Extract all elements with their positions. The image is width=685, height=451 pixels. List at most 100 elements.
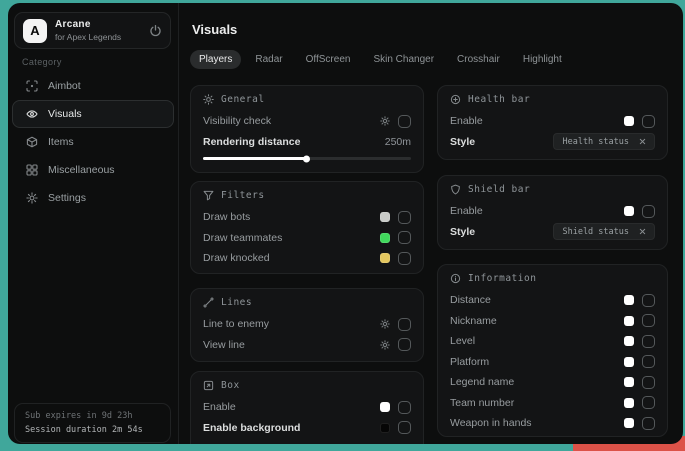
information-card: Information Distance Nickname	[437, 264, 668, 437]
tab-offscreen[interactable]: OffScreen	[297, 50, 360, 69]
row-label: Line to enemy	[203, 318, 269, 330]
close-icon[interactable]	[639, 138, 646, 145]
nickname-row: Nickname	[450, 311, 655, 332]
settings-gear-icon[interactable]	[380, 319, 390, 329]
color-swatch[interactable]	[624, 398, 634, 408]
lines-card-header: Lines	[203, 297, 411, 308]
row-label: Weapon in hands	[450, 417, 532, 429]
platform-checkbox[interactable]	[642, 355, 655, 368]
color-swatch[interactable]	[624, 316, 634, 326]
row-label: Legend name	[450, 376, 514, 388]
sidebar-item-label: Visuals	[48, 108, 82, 120]
sidebar-item-label: Settings	[48, 192, 86, 204]
level-row: Level	[450, 331, 655, 352]
weapon-in-hands-row: Weapon in hands	[450, 413, 655, 434]
draw-bots-row: Draw bots	[203, 207, 411, 228]
view-line-checkbox[interactable]	[398, 338, 411, 351]
row-label: Distance	[450, 294, 491, 306]
health-enable-row: Enable	[450, 111, 655, 132]
color-swatch[interactable]	[624, 336, 634, 346]
distance-checkbox[interactable]	[642, 294, 655, 307]
nickname-checkbox[interactable]	[642, 314, 655, 327]
color-swatch[interactable]	[380, 423, 390, 433]
visibility-check-checkbox[interactable]	[398, 115, 411, 128]
box-enable-background-checkbox[interactable]	[398, 421, 411, 434]
row-label: Enable	[450, 205, 483, 217]
line-icon	[203, 297, 214, 308]
legend-name-checkbox[interactable]	[642, 376, 655, 389]
draw-knocked-checkbox[interactable]	[398, 252, 411, 265]
health-style-row: Style Health status	[450, 132, 655, 153]
slider-fill[interactable]	[203, 157, 307, 160]
draw-teammates-checkbox[interactable]	[398, 231, 411, 244]
category-label: Category	[22, 57, 62, 67]
color-swatch[interactable]	[380, 253, 390, 263]
app-logo: A	[23, 19, 47, 43]
line-to-enemy-row: Line to enemy	[203, 314, 411, 335]
general-card-header: General	[203, 94, 411, 105]
sidebar-item-items[interactable]: Items	[12, 128, 174, 156]
information-card-header: Information	[450, 273, 655, 284]
platform-row: Platform	[450, 352, 655, 373]
color-swatch[interactable]	[380, 233, 390, 243]
weapon-in-hands-checkbox[interactable]	[642, 417, 655, 430]
section-title: Information	[468, 273, 536, 284]
sidebar-item-miscellaneous[interactable]: Miscellaneous	[12, 156, 174, 184]
box-enable-checkbox[interactable]	[398, 401, 411, 414]
app-name: Arcane	[55, 19, 149, 30]
sidebar-item-aimbot[interactable]: Aimbot	[12, 72, 174, 100]
tab-bar: Players Radar OffScreen Skin Changer Cro…	[190, 50, 571, 69]
draw-teammates-row: Draw teammates	[203, 228, 411, 249]
shield-bar-card-header: Shield bar	[450, 184, 655, 195]
level-checkbox[interactable]	[642, 335, 655, 348]
sidebar: A Arcane for Apex Legends Category Aimbo…	[8, 3, 178, 444]
sidebar-item-settings[interactable]: Settings	[12, 184, 174, 212]
color-swatch[interactable]	[624, 418, 634, 428]
sidebar-nav: Aimbot Visuals Items	[12, 72, 174, 212]
draw-bots-checkbox[interactable]	[398, 211, 411, 224]
close-icon[interactable]	[639, 228, 646, 235]
row-label: Style	[450, 136, 475, 148]
box-card: Box Enable Enable background	[190, 371, 424, 444]
line-to-enemy-checkbox[interactable]	[398, 318, 411, 331]
color-swatch[interactable]	[624, 116, 634, 126]
row-label: Platform	[450, 356, 489, 368]
settings-gear-icon[interactable]	[380, 340, 390, 350]
health-bar-card-header: Health bar	[450, 94, 655, 105]
tab-radar[interactable]: Radar	[246, 50, 291, 69]
shield-enable-checkbox[interactable]	[642, 205, 655, 218]
tab-highlight[interactable]: Highlight	[514, 50, 571, 69]
box-card-header: Box	[203, 380, 411, 391]
shield-style-select[interactable]: Shield status	[553, 223, 655, 240]
crosshair-icon	[26, 80, 38, 92]
row-label: Enable background	[203, 422, 300, 434]
sidebar-item-visuals[interactable]: Visuals	[12, 100, 174, 128]
row-label: View line	[203, 339, 245, 351]
sub-expires-text: Sub expires in 9d 23h	[25, 411, 160, 421]
row-label: Draw bots	[203, 211, 250, 223]
health-enable-checkbox[interactable]	[642, 115, 655, 128]
tab-skin-changer[interactable]: Skin Changer	[364, 50, 443, 69]
health-style-select[interactable]: Health status	[553, 133, 655, 150]
cube-icon	[26, 136, 38, 148]
rendering-distance-slider[interactable]	[203, 157, 411, 160]
settings-gear-icon[interactable]	[380, 116, 390, 126]
color-swatch[interactable]	[380, 402, 390, 412]
unload-power-icon[interactable]	[149, 24, 162, 37]
color-swatch[interactable]	[624, 295, 634, 305]
color-swatch[interactable]	[624, 357, 634, 367]
filters-card-header: Filters	[203, 190, 411, 201]
view-line-row: View line	[203, 335, 411, 356]
desktop-background: A Arcane for Apex Legends Category Aimbo…	[0, 0, 685, 451]
row-label: Visibility check	[203, 115, 271, 127]
row-label: Team number	[450, 397, 514, 409]
select-value: Health status	[562, 137, 629, 147]
color-swatch[interactable]	[624, 206, 634, 216]
color-swatch[interactable]	[624, 377, 634, 387]
box-enable-row: Enable	[203, 397, 411, 418]
team-number-checkbox[interactable]	[642, 396, 655, 409]
section-title: Filters	[221, 190, 265, 201]
color-swatch[interactable]	[380, 212, 390, 222]
tab-crosshair[interactable]: Crosshair	[448, 50, 509, 69]
tab-players[interactable]: Players	[190, 50, 241, 69]
